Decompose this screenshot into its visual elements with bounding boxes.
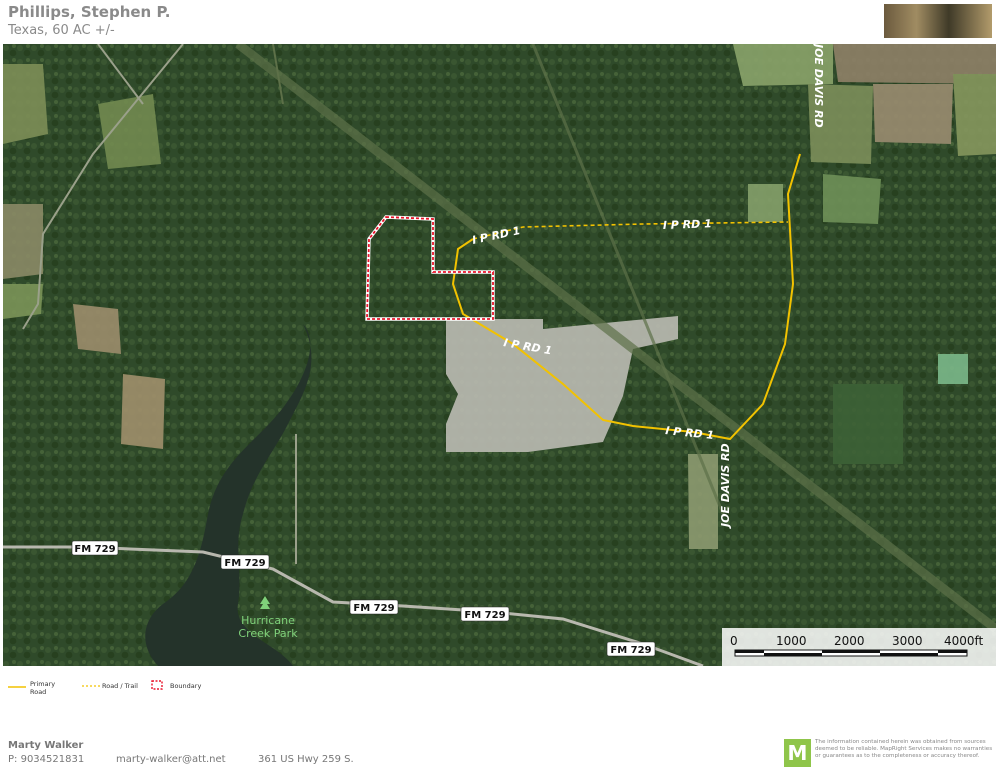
- park-label-line2: Creek Park: [238, 627, 298, 640]
- shield-fm729-3: FM 729: [353, 603, 394, 614]
- boundary-swatch: [151, 680, 163, 690]
- disclaimer-text: The information contained herein was obt…: [815, 739, 993, 759]
- label-joe-davis-north: JOE DAVIS RD: [812, 44, 825, 128]
- agent-name: Marty Walker: [8, 740, 84, 751]
- agent-email[interactable]: marty-walker@att.net: [116, 754, 226, 765]
- label-ip-rd1-north: I P RD 1: [663, 217, 712, 232]
- mapright-logo: M: [784, 739, 811, 767]
- map-canvas[interactable]: I P RD 1 I P RD 1 I P RD 1 I P RD 1 JOE …: [3, 44, 996, 666]
- primary-road-swatch: [8, 686, 26, 688]
- park-label-line1: Hurricane: [241, 614, 295, 627]
- map-subtitle: Texas, 60 AC +/-: [8, 23, 115, 38]
- map-title: Phillips, Stephen P.: [8, 3, 171, 21]
- agent-phone[interactable]: P: 9034521831: [8, 754, 84, 765]
- satellite-map[interactable]: I P RD 1 I P RD 1 I P RD 1 I P RD 1 JOE …: [3, 44, 996, 666]
- shield-fm729-5: FM 729: [610, 645, 651, 656]
- agent-address: 361 US Hwy 259 S.: [258, 754, 354, 765]
- shield-fm729-2: FM 729: [224, 558, 265, 569]
- shield-fm729-1: FM 729: [74, 544, 115, 555]
- company-logo: [884, 4, 992, 38]
- scale-bar: 0 1000 2000 3000 4000ft: [722, 628, 996, 666]
- label-joe-davis-south: JOE DAVIS RD: [719, 443, 732, 529]
- legend-primary-road-label: Primary Road: [30, 680, 56, 696]
- legend-road-trail-label: Road / Trail: [102, 682, 138, 690]
- scale-bar-graphic: [734, 649, 968, 657]
- shield-fm729-4: FM 729: [464, 610, 505, 621]
- legend-boundary-label: Boundary: [170, 682, 202, 690]
- road-trail-swatch: [82, 685, 100, 687]
